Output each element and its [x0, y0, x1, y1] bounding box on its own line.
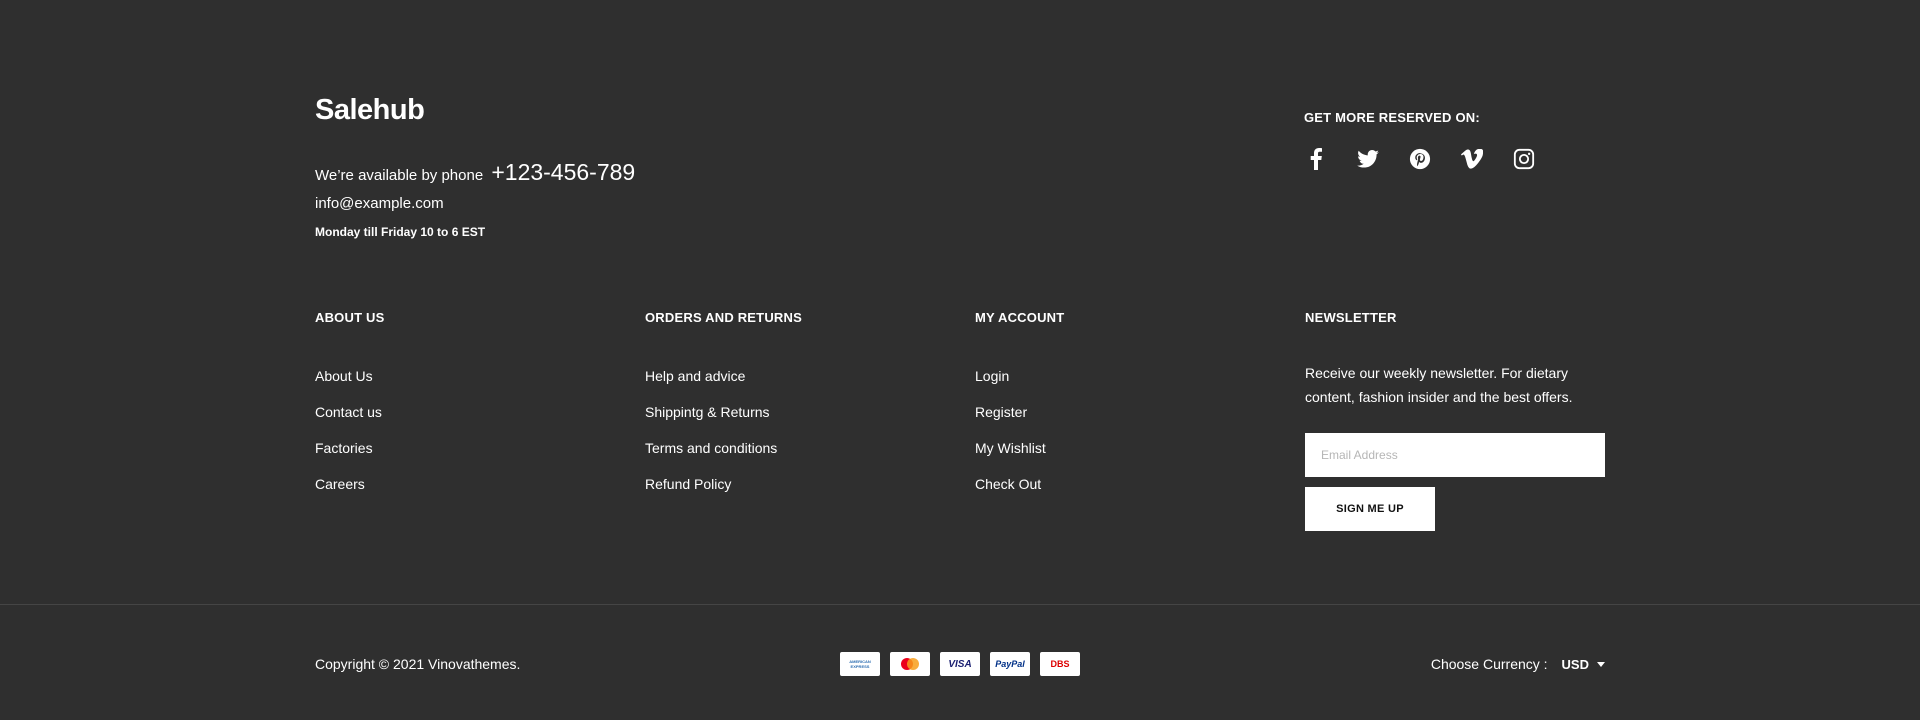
- about-title: ABOUT US: [315, 310, 385, 325]
- account-link-register[interactable]: Register: [975, 394, 1064, 430]
- account-title: MY ACCOUNT: [975, 310, 1065, 325]
- mastercard-icon: [890, 652, 930, 676]
- about-column: ABOUT US About Us Contact us Factories C…: [315, 310, 385, 502]
- newsletter-title: NEWSLETTER: [1305, 310, 1397, 325]
- account-column: MY ACCOUNT Login Register My Wishlist Ch…: [975, 310, 1064, 502]
- payment-methods: AMERICAN EXPRESS VISA PayPal DBS: [840, 652, 1080, 676]
- currency-selector[interactable]: Choose Currency : USD: [1431, 656, 1605, 672]
- sign-me-up-button[interactable]: SIGN ME UP: [1305, 487, 1435, 531]
- account-link-login[interactable]: Login: [975, 358, 1064, 394]
- instagram-icon[interactable]: [1512, 147, 1536, 171]
- social-section: GET MORE RESERVED ON:: [1304, 110, 1536, 171]
- contact-info: We’re available by phone +123-456-789 in…: [315, 155, 915, 239]
- about-links: About Us Contact us Factories Careers: [315, 358, 385, 502]
- currency-value[interactable]: USD: [1562, 657, 1589, 672]
- copyright-text: Copyright © 2021 Vinovathemes.: [315, 656, 521, 672]
- facebook-icon[interactable]: [1304, 147, 1328, 171]
- phone-line: We’re available by phone +123-456-789: [315, 155, 915, 193]
- vimeo-icon[interactable]: [1460, 147, 1484, 171]
- orders-link-help[interactable]: Help and advice: [645, 358, 802, 394]
- caret-down-icon[interactable]: [1597, 661, 1605, 667]
- phone-prefix: We’re available by phone: [315, 167, 484, 184]
- account-link-checkout[interactable]: Check Out: [975, 466, 1064, 502]
- pinterest-icon[interactable]: [1408, 147, 1432, 171]
- dbs-icon: DBS: [1040, 652, 1080, 676]
- orders-title: ORDERS AND RETURNS: [645, 310, 802, 325]
- visa-card-icon: VISA: [940, 652, 980, 676]
- phone-number[interactable]: +123-456-789: [491, 159, 635, 185]
- brand-logo[interactable]: Salehub: [315, 94, 425, 127]
- about-link-careers[interactable]: Careers: [315, 466, 385, 502]
- footer-columns: ABOUT US About Us Contact us Factories C…: [315, 310, 1605, 531]
- footer-bottom: Copyright © 2021 Vinovathemes. AMERICAN …: [315, 650, 1605, 680]
- social-icons: [1304, 147, 1536, 171]
- newsletter-column: NEWSLETTER Receive our weekly newsletter…: [1305, 310, 1605, 531]
- orders-link-terms[interactable]: Terms and conditions: [645, 430, 802, 466]
- paypal-icon: PayPal: [990, 652, 1030, 676]
- about-link-factories[interactable]: Factories: [315, 430, 385, 466]
- contact-email[interactable]: info@example.com: [315, 193, 915, 215]
- account-links: Login Register My Wishlist Check Out: [975, 358, 1064, 502]
- orders-link-refund[interactable]: Refund Policy: [645, 466, 802, 502]
- about-link-contact-us[interactable]: Contact us: [315, 394, 385, 430]
- social-title: GET MORE RESERVED ON:: [1304, 110, 1480, 125]
- orders-links: Help and advice Shippintg & Returns Term…: [645, 358, 802, 502]
- amex-card-icon: AMERICAN EXPRESS: [840, 652, 880, 676]
- footer-divider: [0, 604, 1920, 605]
- newsletter-description: Receive our weekly newsletter. For dieta…: [1305, 365, 1573, 405]
- twitter-icon[interactable]: [1356, 147, 1380, 171]
- orders-column: ORDERS AND RETURNS Help and advice Shipp…: [645, 310, 802, 502]
- about-link-about-us[interactable]: About Us: [315, 358, 385, 394]
- orders-link-shipping[interactable]: Shippintg & Returns: [645, 394, 802, 430]
- newsletter-email-input[interactable]: [1305, 433, 1605, 477]
- business-hours: Monday till Friday 10 to 6 EST: [315, 225, 486, 239]
- account-link-wishlist[interactable]: My Wishlist: [975, 430, 1064, 466]
- currency-label: Choose Currency :: [1430, 656, 1548, 672]
